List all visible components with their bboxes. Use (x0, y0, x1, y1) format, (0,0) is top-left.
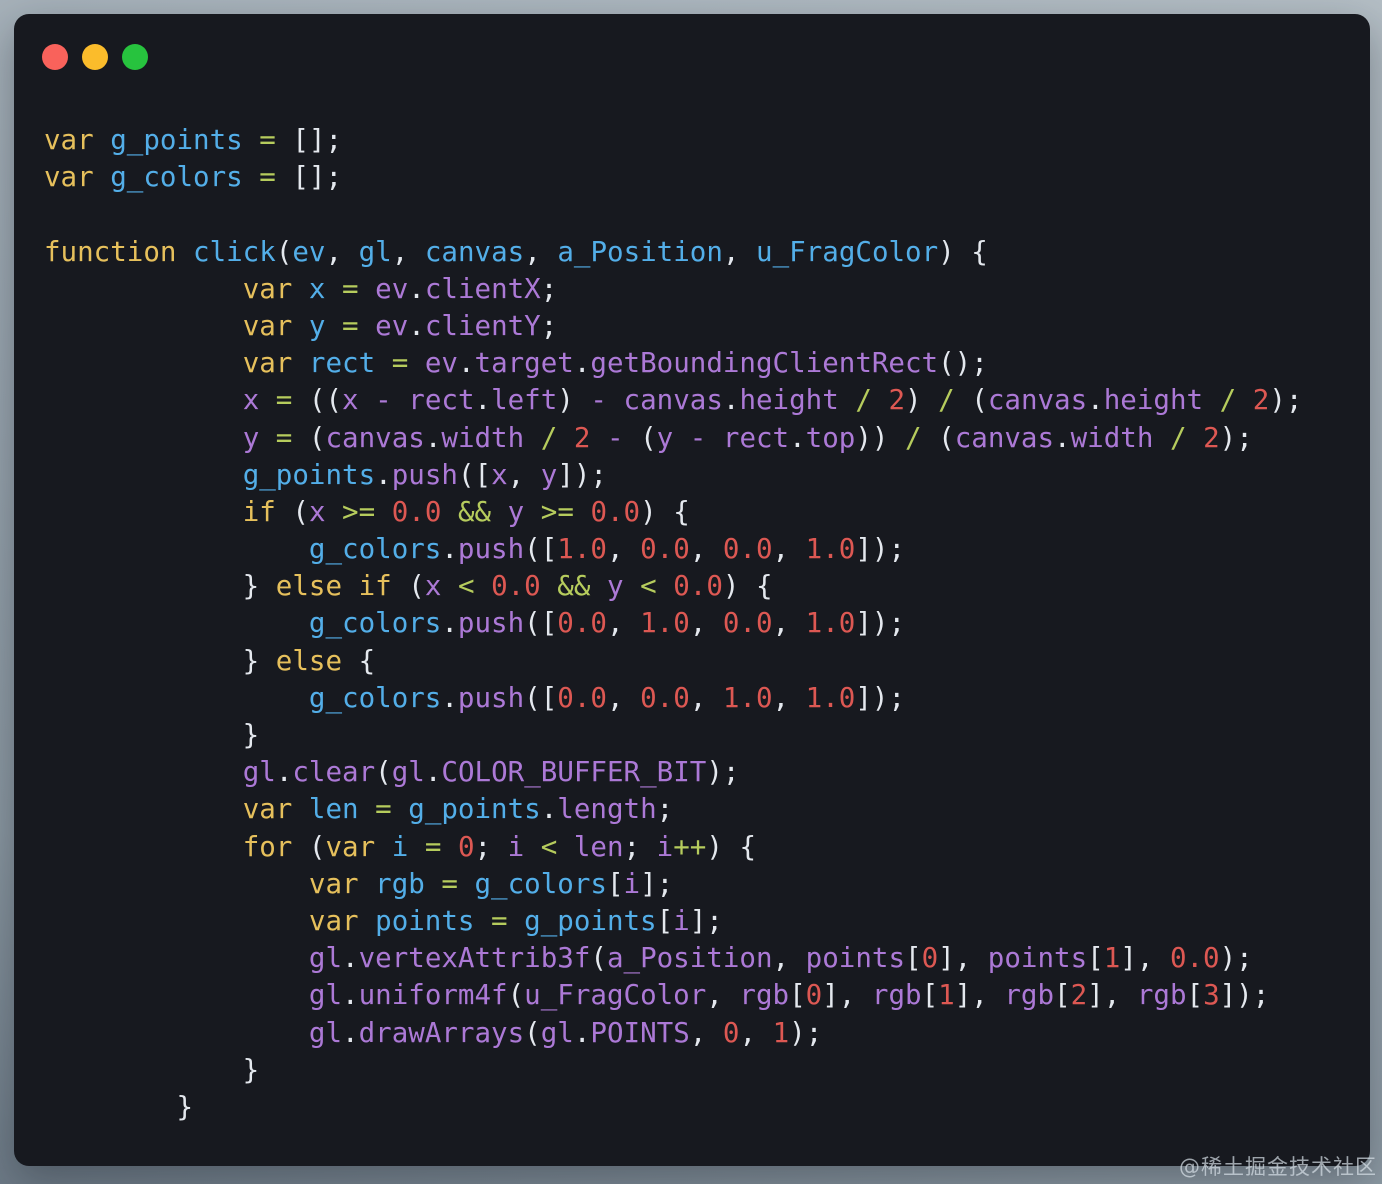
close-button[interactable] (42, 44, 68, 70)
code-line: var g_colors = []; (44, 161, 343, 194)
code-line: } (44, 1053, 260, 1086)
code-line: var points = g_points[i]; (308, 904, 723, 937)
watermark: @稀土掘金技术社区 (1179, 1155, 1377, 1179)
code-line: var y = ev.clientY; (242, 309, 558, 342)
code-line: } else { (44, 644, 376, 677)
code-line: for (var i = 0; i < len; i++) { (242, 830, 757, 863)
desktop-background: var g_points = []; var g_colors = []; fun… (0, 0, 1382, 1184)
code-line: var g_points = []; (44, 124, 343, 156)
code-line: gl.drawArrays(gl.POINTS, 0, 1); (308, 1016, 823, 1049)
code-line: g_points.push([x, y]); (242, 458, 607, 491)
code-line: gl.clear(gl.COLOR_BUFFER_BIT); (242, 756, 740, 789)
minimize-button[interactable] (82, 44, 108, 70)
code-line: var len = g_points.length; (242, 793, 674, 826)
code-line: x = ((x - rect.left) - canvas.height / 2… (242, 384, 1303, 417)
code-window: var g_points = []; var g_colors = []; fun… (14, 14, 1370, 1166)
code-line: var rgb = g_colors[i]; (308, 867, 674, 900)
code-line: gl.vertexAttrib3f(a_Position, points[0],… (308, 942, 1253, 975)
code-line: var rect = ev.target.getBoundingClientRe… (242, 347, 988, 380)
code-editor: var g_points = []; var g_colors = []; fun… (44, 122, 1302, 1126)
code-lines: var g_points = []; var g_colors = []; fun… (44, 122, 1302, 1126)
code-line: g_colors.push([1.0, 0.0, 0.0, 1.0]); (308, 533, 906, 566)
code-line: } else if (x < 0.0 && y < 0.0) { (44, 570, 773, 603)
code-line: var x = ev.clientX; (242, 272, 558, 305)
code-line: if (x >= 0.0 && y >= 0.0) { (242, 495, 690, 528)
code-line: function click(ev, gl, canvas, a_Positio… (44, 235, 988, 268)
code-line: y = (canvas.width / 2 - (y - rect.top)) … (242, 421, 1253, 454)
maximize-button[interactable] (122, 44, 148, 70)
window-titlebar (42, 44, 148, 70)
code-line: } (44, 1090, 194, 1123)
code-line: g_colors.push([0.0, 0.0, 1.0, 1.0]); (308, 681, 906, 714)
code-line: g_colors.push([0.0, 1.0, 0.0, 1.0]); (308, 607, 906, 640)
code-line: gl.uniform4f(u_FragColor, rgb[0], rgb[1]… (308, 979, 1270, 1012)
code-line: } (44, 719, 260, 751)
